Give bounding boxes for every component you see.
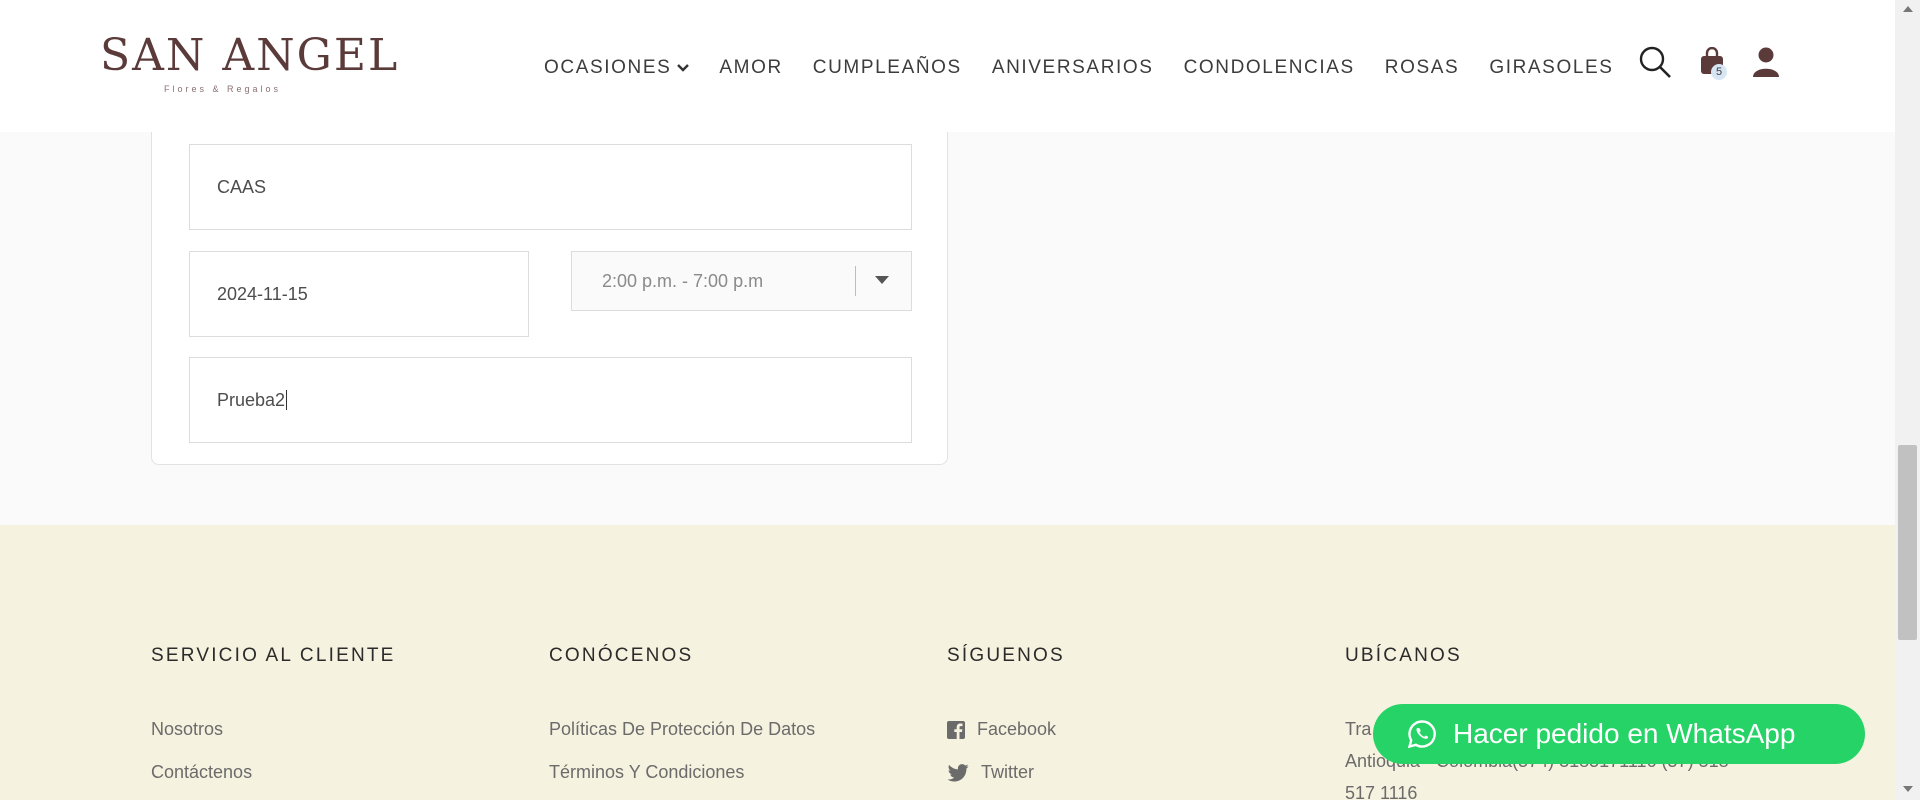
recipient-name-input[interactable]: CAAS — [189, 144, 912, 230]
text-caret — [286, 390, 288, 410]
footer-column-title: SERVICIO AL CLIENTE — [151, 645, 396, 666]
whatsapp-order-button[interactable]: Hacer pedido en WhatsApp — [1373, 704, 1865, 764]
page-scrollbar[interactable] — [1895, 0, 1920, 800]
main-nav: OCASIONES AMOR CUMPLEAÑOS ANIVERSARIOS C… — [544, 56, 1644, 80]
footer-link-twitter[interactable]: Twitter — [947, 762, 1034, 783]
whatsapp-icon — [1407, 719, 1437, 749]
facebook-icon — [947, 720, 965, 739]
scroll-up-arrow-icon[interactable] — [1903, 6, 1913, 12]
nav-item-cumpleanos[interactable]: CUMPLEAÑOS — [813, 57, 962, 79]
logo-subtitle: Flores & Regalos — [164, 84, 282, 94]
nav-item-label: AMOR — [719, 57, 783, 78]
nav-item-label: ROSAS — [1384, 57, 1460, 78]
footer-column-servicio: SERVICIO AL CLIENTE — [151, 645, 396, 667]
nav-item-girasoles[interactable]: GIRASOLES — [1489, 57, 1613, 79]
checkout-form-card: CAAS 2024-11-15 2:00 p.m. - 7:00 p.m Pru… — [151, 100, 948, 465]
message-value: Prueba2 — [217, 389, 286, 410]
nav-item-label: OCASIONES — [544, 57, 672, 78]
message-input[interactable]: Prueba2 — [189, 357, 912, 443]
cart-count-badge: 5 — [1711, 64, 1727, 80]
footer-column-ubicanos: UBÍCANOS — [1345, 645, 1462, 667]
delivery-time-value: 2:00 p.m. - 7:00 p.m — [602, 270, 764, 291]
nav-item-ocasiones[interactable]: OCASIONES — [544, 57, 690, 79]
nav-item-label: CONDOLENCIAS — [1183, 57, 1355, 78]
nav-item-rosas[interactable]: ROSAS — [1385, 57, 1460, 79]
shopping-bag-icon[interactable]: 5 — [1694, 44, 1730, 80]
facebook-link-label: Facebook — [977, 719, 1057, 739]
footer-link-terminos[interactable]: Términos Y Condiciones — [549, 762, 744, 783]
footer-column-title: UBÍCANOS — [1345, 645, 1462, 666]
logo-title: SAN ANGEL — [100, 30, 400, 81]
search-icon[interactable] — [1637, 44, 1673, 80]
footer-link-politicas[interactable]: Políticas De Protección De Datos — [549, 719, 815, 740]
footer-column-title: SÍGUENOS — [947, 645, 1065, 666]
recipient-name-value: CAAS — [217, 176, 267, 197]
footer-link-facebook[interactable]: Facebook — [947, 719, 1056, 740]
footer-link-nosotros[interactable]: Nosotros — [151, 719, 223, 740]
nav-item-label: CUMPLEAÑOS — [812, 57, 962, 78]
scroll-down-arrow-icon[interactable] — [1903, 786, 1913, 792]
footer-column-title: CONÓCENOS — [549, 645, 694, 666]
footer-link-contactenos[interactable]: Contáctenos — [151, 762, 252, 783]
footer-column-conocenos: CONÓCENOS — [549, 645, 693, 667]
footer-column-siguenos: SÍGUENOS — [947, 645, 1065, 667]
user-icon[interactable] — [1748, 44, 1784, 80]
site-logo[interactable]: SAN ANGEL Flores & Regalos — [100, 30, 397, 100]
scrollbar-thumb[interactable] — [1898, 445, 1917, 640]
whatsapp-button-label: Hacer pedido en WhatsApp — [1453, 718, 1796, 749]
twitter-icon — [947, 763, 969, 782]
nav-item-label: ANIVERSARIOS — [991, 57, 1154, 78]
site-header: SAN ANGEL Flores & Regalos OCASIONES AMO… — [0, 0, 1895, 132]
delivery-date-input[interactable]: 2024-11-15 — [189, 251, 529, 337]
twitter-link-label: Twitter — [981, 762, 1035, 782]
nav-item-amor[interactable]: AMOR — [719, 57, 782, 79]
chevron-down-icon — [677, 63, 690, 73]
select-divider — [855, 266, 856, 296]
nav-item-aniversarios[interactable]: ANIVERSARIOS — [992, 57, 1154, 79]
delivery-time-select[interactable]: 2:00 p.m. - 7:00 p.m — [571, 251, 912, 311]
dropdown-arrow-icon — [875, 276, 889, 284]
nav-item-label: GIRASOLES — [1489, 57, 1614, 78]
address-line: 517 1116 — [1345, 783, 1418, 800]
delivery-date-value: 2024-11-15 — [217, 283, 308, 304]
nav-item-condolencias[interactable]: CONDOLENCIAS — [1184, 57, 1355, 79]
